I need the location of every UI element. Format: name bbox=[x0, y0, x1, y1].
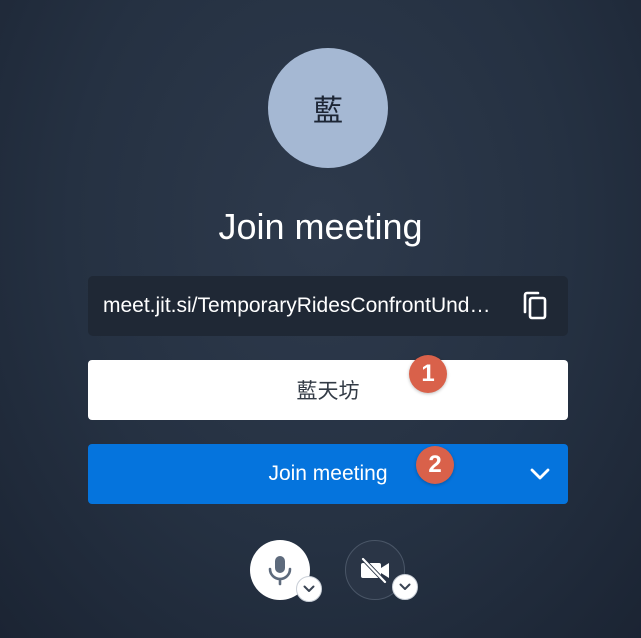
page-title: Join meeting bbox=[218, 206, 423, 247]
display-name-value: 藍天坊 bbox=[296, 379, 360, 403]
join-meeting-label: Join meeting bbox=[268, 462, 388, 485]
microphone-icon bbox=[268, 556, 292, 586]
camera-off-icon bbox=[361, 557, 389, 584]
microphone-options-button[interactable] bbox=[296, 576, 322, 602]
chevron-down-icon bbox=[530, 468, 550, 480]
avatar-initial: 藍 bbox=[313, 94, 343, 129]
join-options-dropdown[interactable] bbox=[520, 444, 560, 504]
annotation-marker-2: 2 bbox=[416, 446, 454, 484]
avatar: 藍 bbox=[268, 48, 388, 168]
meeting-url: meet.jit.si/TemporaryRidesConfrontUndern… bbox=[103, 294, 498, 317]
join-meeting-button[interactable]: Join meeting bbox=[88, 444, 568, 504]
camera-options-button[interactable] bbox=[392, 574, 418, 600]
chevron-down-icon bbox=[303, 585, 315, 592]
copy-url-button[interactable] bbox=[520, 291, 550, 321]
display-name-input[interactable]: 藍天坊 bbox=[88, 360, 568, 420]
copy-icon bbox=[523, 291, 547, 320]
chevron-down-icon bbox=[399, 583, 411, 590]
meeting-url-box: meet.jit.si/TemporaryRidesConfrontUndern… bbox=[88, 276, 568, 336]
annotation-marker-1: 1 bbox=[409, 355, 447, 393]
